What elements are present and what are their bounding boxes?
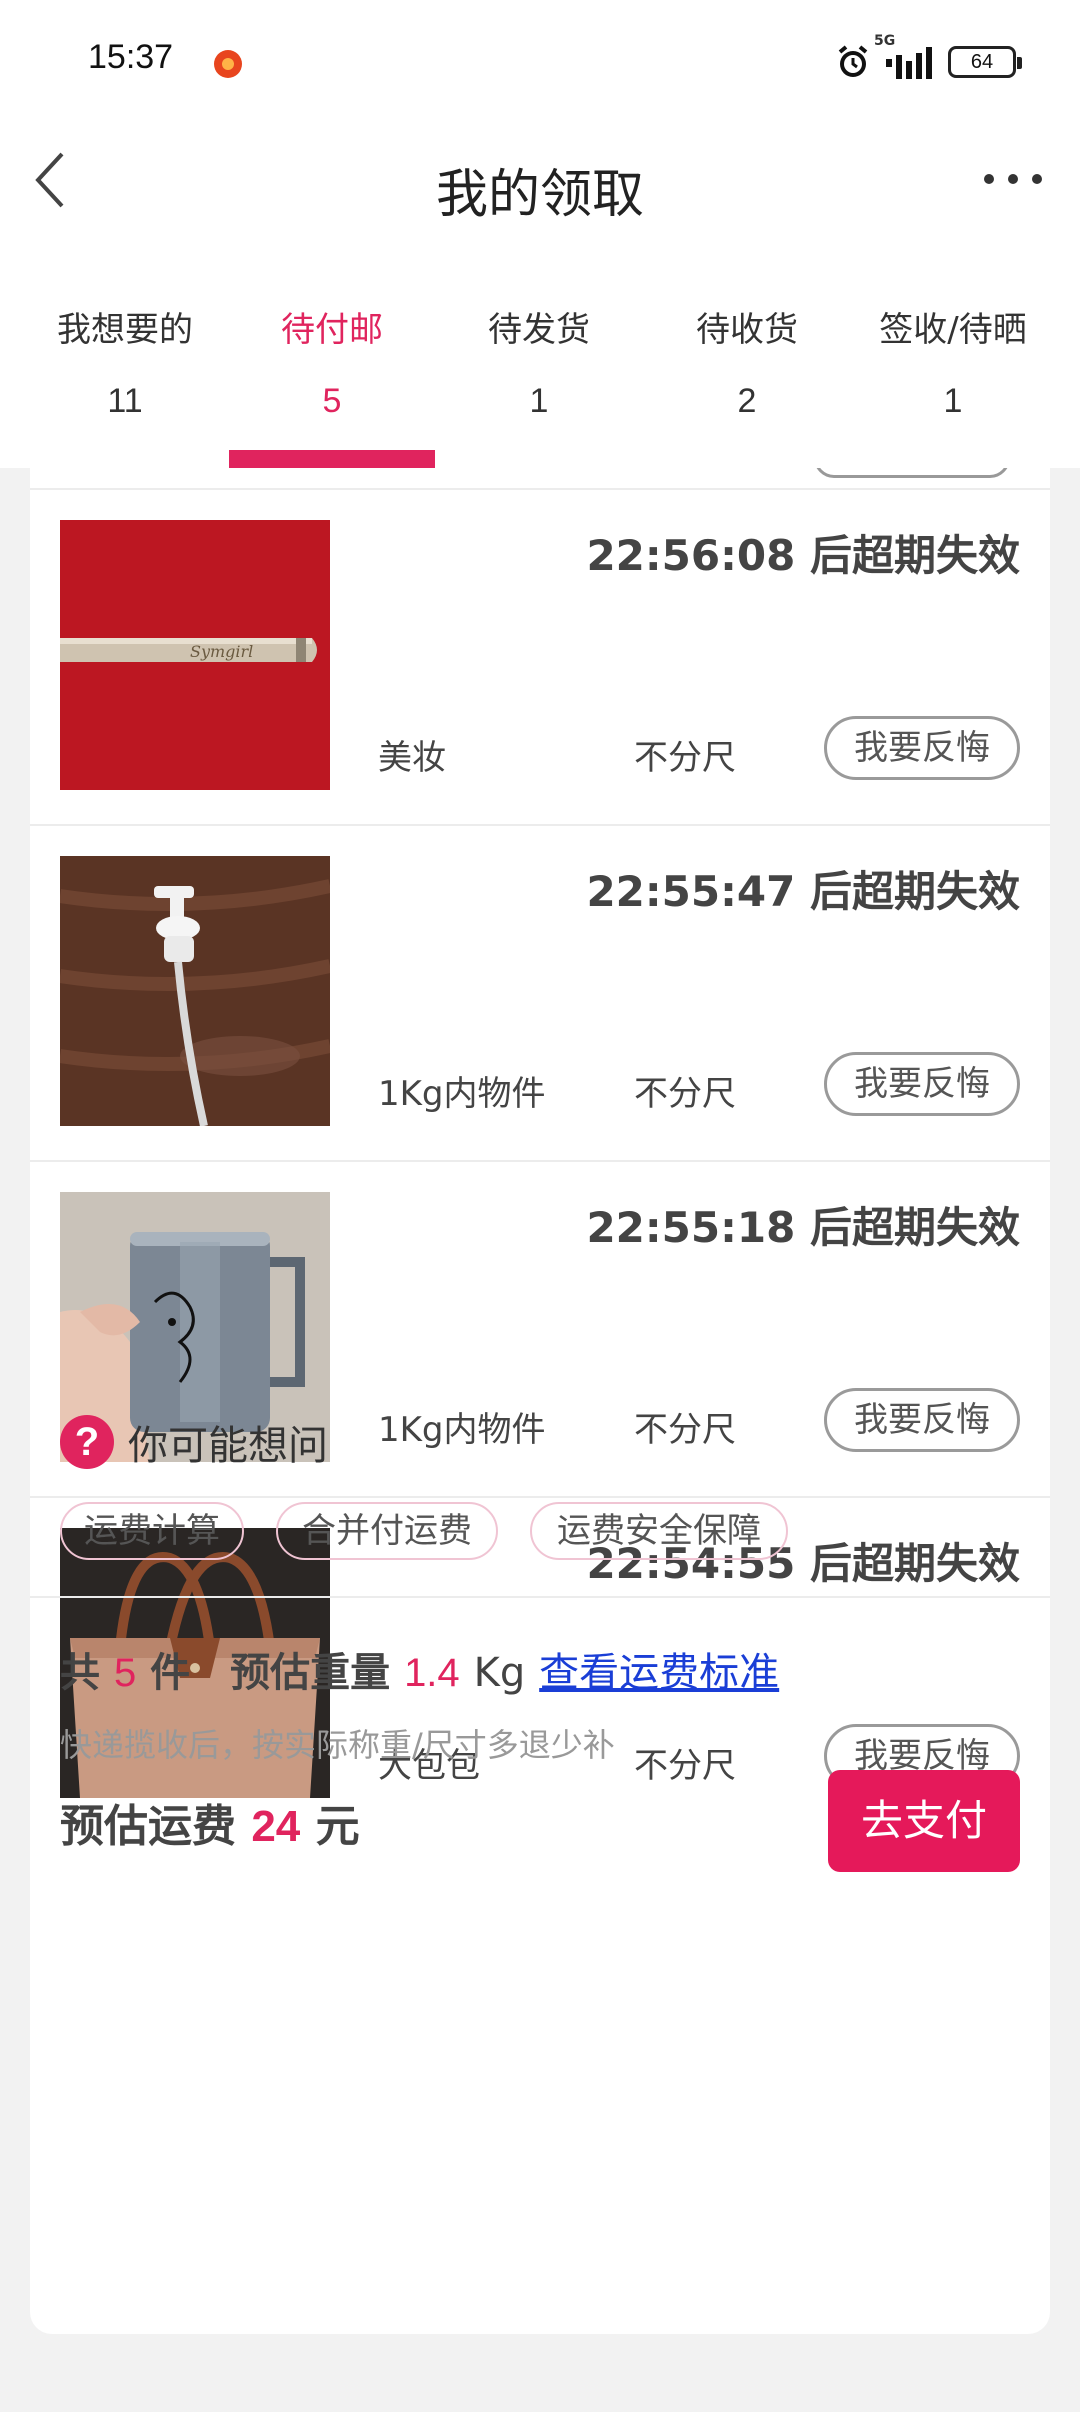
shipping-note: 快递揽收后，按实际称重/尺寸多退少补: [60, 1726, 615, 1764]
claim-list: Symgirl 22:56:08 后超期失效 美妆 不分尺 我要反悔 22:55…: [30, 468, 1050, 1834]
tab-label: 待发货: [488, 310, 590, 350]
summary-line: 共 5 件预估重量 1.4 Kg 查看运费标准: [60, 1640, 779, 1698]
tab-pending-postage[interactable]: 待付邮 5: [227, 302, 437, 421]
item-size: 不分尺: [634, 738, 736, 778]
item-category: 1Kg内物件: [378, 1074, 546, 1114]
expiry-countdown: 22:55:47 后超期失效: [586, 867, 1020, 916]
tab-count: 5: [322, 382, 342, 420]
header: 我的领取: [0, 124, 1080, 240]
total-prefix: 共: [60, 1650, 100, 1696]
network-type: 5G: [874, 33, 896, 49]
summary-card: [30, 1834, 1050, 2334]
weight-label: 预估重量: [230, 1650, 391, 1696]
pay-button[interactable]: 去支付: [828, 1770, 1020, 1872]
divider: [30, 1596, 1050, 1598]
regret-button[interactable]: 我要反悔: [824, 716, 1020, 780]
tab-signed-review[interactable]: 签收/待晒 1: [848, 302, 1058, 421]
status-time: 15:37: [88, 38, 174, 76]
expiry-countdown: 22:55:18 后超期失效: [586, 1203, 1020, 1252]
weight-value: 1.4: [404, 1651, 460, 1695]
svg-text:Symgirl: Symgirl: [190, 642, 253, 661]
more-options-icon[interactable]: [984, 162, 1044, 194]
total-unit: 件: [150, 1650, 191, 1696]
fee-label: 预估运费: [60, 1801, 236, 1852]
tab-wanted[interactable]: 我想要的 11: [20, 302, 230, 421]
list-item[interactable]: Symgirl 22:56:08 后超期失效 美妆 不分尺 我要反悔: [30, 488, 1050, 824]
item-category: 1Kg内物件: [378, 1410, 546, 1450]
estimated-fee: 预估运费 24 元: [60, 1790, 360, 1854]
tab-label: 我想要的: [57, 310, 193, 350]
tab-label: 待收货: [696, 310, 798, 350]
item-category: 美妆: [378, 738, 446, 778]
expiry-countdown: 22:56:08 后超期失效: [586, 531, 1020, 580]
active-tab-indicator: [229, 450, 435, 468]
faq-header: ? 你可能想问: [60, 1412, 328, 1472]
item-size: 不分尺: [634, 1410, 736, 1450]
status-indicators: 5G 64: [836, 33, 1022, 84]
status-bar: 15:37 5G 64: [0, 0, 1080, 124]
status-tabs: 我想要的 11 待付邮 5 待发货 1 待收货 2 签收/待晒 1: [0, 240, 1080, 468]
page-title: 我的领取: [435, 165, 644, 225]
list-item[interactable]: 22:55:47 后超期失效 1Kg内物件 不分尺 我要反悔: [30, 824, 1050, 1160]
alarm-icon: [836, 44, 870, 80]
shipping-standard-link[interactable]: 查看运费标准: [539, 1650, 779, 1696]
tab-label: 签收/待晒: [879, 310, 1027, 350]
app-notification-icon: [214, 50, 242, 78]
item-image-pen[interactable]: Symgirl: [60, 520, 330, 790]
tab-count: 1: [943, 382, 963, 420]
fee-value: 24: [251, 1802, 301, 1851]
question-icon: ?: [60, 1415, 114, 1469]
tab-count: 11: [107, 382, 143, 420]
regret-button[interactable]: 我要反悔: [824, 1052, 1020, 1116]
tab-pending-receipt[interactable]: 待收货 2: [642, 302, 852, 421]
faq-title: 你可能想问: [128, 1423, 328, 1469]
weight-unit: Kg: [473, 1650, 526, 1696]
tab-pending-shipment[interactable]: 待发货 1: [434, 302, 644, 421]
item-size: 不分尺: [634, 1746, 736, 1786]
tab-count: 1: [529, 382, 549, 420]
total-count: 5: [113, 1651, 137, 1695]
tab-count: 2: [737, 382, 757, 420]
regret-button[interactable]: 我要反悔: [824, 1388, 1020, 1452]
faq-chip-combine-shipping[interactable]: 合并付运费: [276, 1502, 498, 1560]
faq-chip-shipping-calc[interactable]: 运费计算: [60, 1502, 244, 1560]
tab-label: 待付邮: [281, 310, 383, 350]
faq-chip-shipping-guarantee[interactable]: 运费安全保障: [530, 1502, 788, 1560]
battery-icon: 64: [948, 46, 1022, 78]
fee-unit: 元: [315, 1801, 360, 1852]
item-size: 不分尺: [634, 1074, 736, 1114]
partial-regret-button[interactable]: [814, 468, 1010, 478]
signal-icon: 5G: [874, 33, 934, 79]
item-image-pump[interactable]: [60, 856, 330, 1126]
